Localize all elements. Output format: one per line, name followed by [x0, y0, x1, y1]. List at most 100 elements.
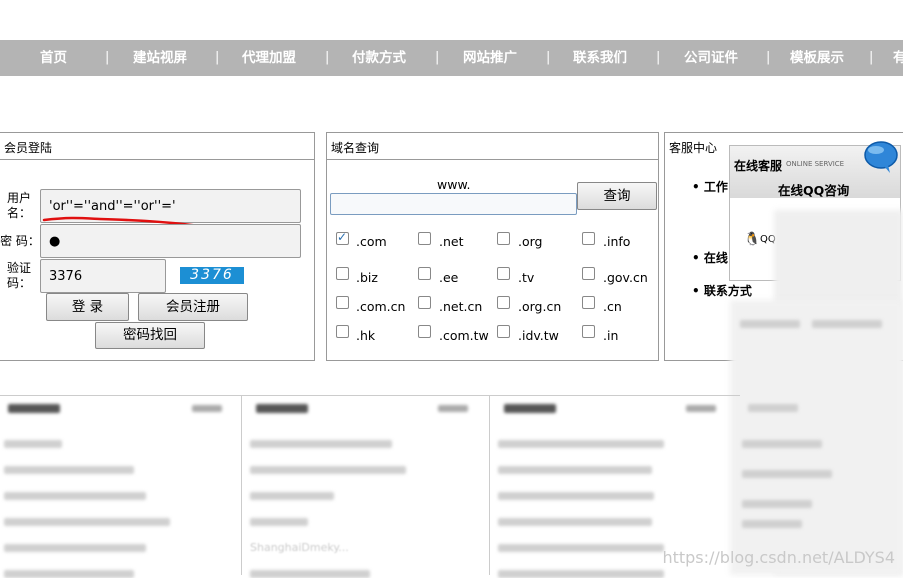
captcha-value: 3376 [49, 268, 83, 284]
blurred-list-item [250, 570, 370, 578]
blurred-list-item [4, 440, 62, 448]
tld-checkbox-org[interactable] [497, 232, 510, 245]
nav-payment[interactable]: 付款方式 [352, 40, 406, 76]
bottom-divider [0, 395, 740, 396]
blurred-text [742, 520, 802, 528]
blurred-column-title [256, 404, 308, 413]
service-item-online: 在线 [703, 251, 728, 265]
online-service-subtitle: ONLINE SERVICE [786, 160, 845, 168]
nav-site-video[interactable]: 建站视屏 [133, 40, 187, 76]
tld-label: .org.cn [518, 299, 562, 314]
tld-label: .biz [356, 270, 378, 285]
tld-checkbox-com-tw[interactable] [418, 325, 431, 338]
blurred-list-item [498, 492, 654, 500]
panel-divider [327, 159, 658, 160]
blurred-text [740, 320, 800, 328]
nav-separator: | [656, 50, 661, 65]
nav-separator: | [105, 50, 110, 65]
tld-checkbox-tv[interactable] [497, 267, 510, 280]
tld-checkbox-in[interactable] [582, 325, 595, 338]
nav-separator: | [546, 50, 551, 65]
tld-label: .org [518, 234, 543, 249]
service-item-work: 工作 [703, 180, 728, 194]
blurred-list-item [498, 544, 664, 552]
blurred-list-item [4, 518, 170, 526]
nav-home[interactable]: 首页 [40, 40, 67, 76]
tld-checkbox-net[interactable] [418, 232, 431, 245]
tld-label: .com.cn [356, 299, 406, 314]
tld-checkbox-gov-cn[interactable] [582, 267, 595, 280]
tld-checkbox-hk[interactable] [336, 325, 349, 338]
captcha-image[interactable]: 3376 [180, 267, 244, 284]
blurred-list-item [498, 466, 652, 474]
tld-label: .idv.tw [518, 328, 559, 343]
blurred-column-title [504, 404, 556, 413]
username-value: 'or''=''and''=''or''=' [49, 198, 176, 214]
nav-templates[interactable]: 模板展示 [790, 40, 844, 76]
blurred-list-item [250, 518, 308, 526]
tld-checkbox-cn[interactable] [582, 296, 595, 309]
nav-contact[interactable]: 联系我们 [573, 40, 627, 76]
top-navbar: 首页 | 建站视屏 | 代理加盟 | 付款方式 | 网站推广 | 联系我们 | … [0, 40, 903, 76]
tld-checkbox-org-cn[interactable] [497, 296, 510, 309]
recover-password-button[interactable]: 密码找回 [95, 322, 205, 349]
blurred-sidebar-lower [730, 300, 903, 575]
blurred-text [742, 440, 822, 448]
blurred-more-link [686, 405, 716, 412]
blurred-text [742, 500, 812, 508]
service-panel-title: 客服中心 [669, 141, 718, 155]
captcha-input[interactable]: 3376 [40, 259, 166, 293]
password-label: 密 码： [0, 234, 40, 248]
blurred-list-item [250, 466, 406, 474]
tld-checkbox-com[interactable] [336, 230, 349, 245]
tld-label: .com [356, 234, 387, 249]
login-panel-title: 会员登陆 [4, 141, 53, 155]
tld-label: .tv [518, 270, 535, 285]
nav-agent[interactable]: 代理加盟 [242, 40, 296, 76]
blurred-list-item [4, 466, 134, 474]
captcha-label: 验证码： [6, 261, 31, 290]
nav-more[interactable]: 有 [893, 40, 903, 76]
blurred-list-item [4, 492, 146, 500]
panel-divider [0, 159, 314, 160]
blurred-list-item [498, 570, 664, 578]
blurred-list-item [4, 544, 146, 552]
qq-consult-heading: 在线QQ咨询 [778, 183, 850, 198]
tld-label: .com.tw [439, 328, 489, 343]
blurred-list-item [4, 570, 134, 578]
blurred-list-item [250, 440, 392, 448]
username-label: 用户名： [6, 191, 31, 220]
domain-query-button[interactable]: 查询 [577, 182, 657, 210]
register-button[interactable]: 会员注册 [138, 293, 248, 321]
tld-checkbox-net-cn[interactable] [418, 296, 431, 309]
service-item-contact: 联系方式 [703, 284, 752, 298]
blurred-more-link [192, 405, 222, 412]
tld-checkbox-ee[interactable] [418, 267, 431, 280]
blurred-text [742, 470, 832, 478]
tld-label: .in [603, 328, 619, 343]
service-bullet: • 工作 [692, 180, 728, 194]
domain-input[interactable] [330, 193, 577, 215]
blurred-more-link [438, 405, 468, 412]
qq-penguin-icon: 🐧 [744, 232, 761, 247]
nav-certificates[interactable]: 公司证件 [684, 40, 738, 76]
nav-separator: | [325, 50, 330, 65]
login-button[interactable]: 登 录 [46, 293, 129, 321]
tld-checkbox-com-cn[interactable] [336, 296, 349, 309]
tld-checkbox-info[interactable] [582, 232, 595, 245]
nav-separator: | [766, 50, 771, 65]
tld-label: .cn [603, 299, 622, 314]
service-bullet: • 联系方式 [692, 284, 752, 298]
blurred-list-item [498, 440, 664, 448]
tld-checkbox-idv-tw[interactable] [497, 325, 510, 338]
online-service-title: 在线客服 [734, 159, 783, 173]
tld-label: .ee [439, 270, 459, 285]
tld-checkbox-biz[interactable] [336, 267, 349, 280]
blurred-text [812, 320, 882, 328]
blurred-list-item [250, 492, 334, 500]
csdn-watermark: https://blog.csdn.net/ALDYS4 [662, 548, 895, 567]
password-input[interactable]: ● [40, 224, 301, 258]
tld-label: .net [439, 234, 464, 249]
password-value: ● [49, 233, 61, 249]
nav-promotion[interactable]: 网站推广 [463, 40, 517, 76]
